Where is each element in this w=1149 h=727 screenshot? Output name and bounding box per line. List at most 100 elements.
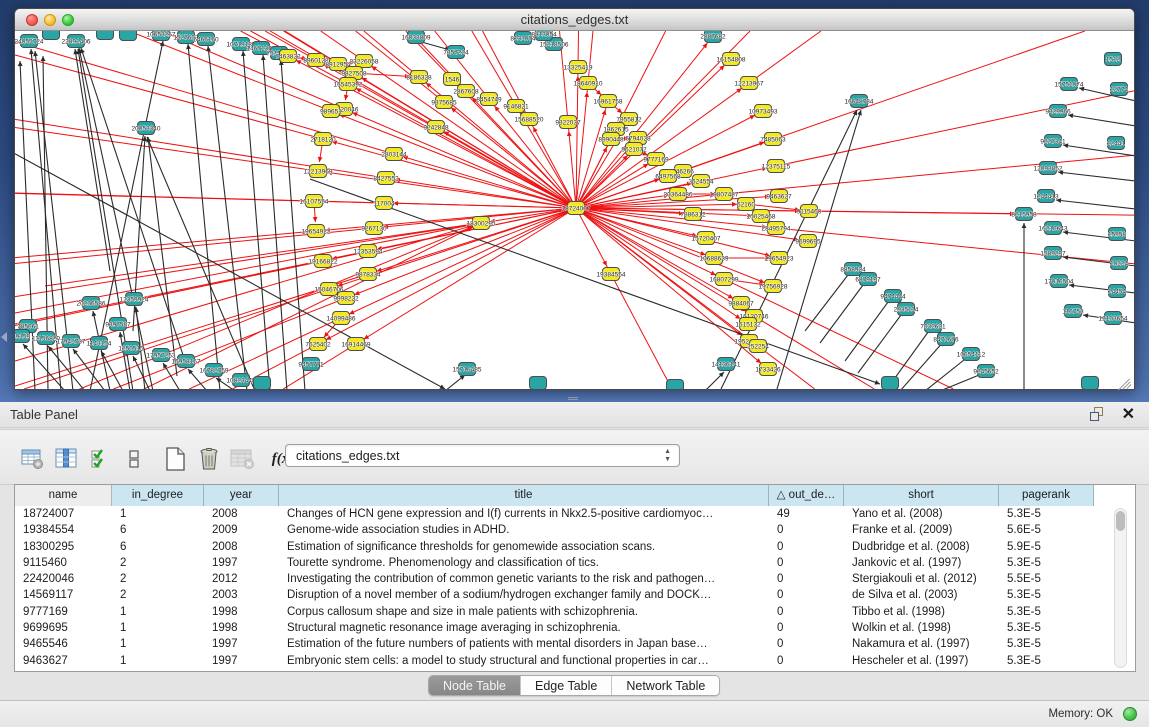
graph-node[interactable]: 9998222 bbox=[333, 292, 359, 305]
graph-node[interactable]: 1244413 bbox=[1033, 190, 1059, 203]
graph-node[interactable] bbox=[530, 377, 547, 390]
cell-out_de[interactable]: 0 bbox=[769, 539, 844, 555]
graph-node[interactable]: 14454 bbox=[1108, 285, 1126, 298]
graph-node[interactable]: 989651 bbox=[320, 105, 342, 118]
cell-out_de[interactable]: 0 bbox=[769, 653, 844, 669]
cell-title[interactable]: Disruption of a novel member of a sodium… bbox=[279, 587, 769, 603]
graph-node[interactable] bbox=[43, 31, 60, 40]
graph-node[interactable]: 1589297 bbox=[1040, 247, 1066, 260]
graph-node[interactable]: 117004 bbox=[373, 197, 395, 210]
cell-short[interactable]: Dudbridge et al. (2008) bbox=[844, 539, 999, 555]
cell-pagerank[interactable]: 5.5E-5 bbox=[999, 571, 1094, 587]
cell-in_degree[interactable]: 1 bbox=[112, 620, 204, 636]
cell-name[interactable]: 18300295 bbox=[15, 539, 112, 555]
graph-node[interactable] bbox=[97, 31, 114, 40]
graph-node[interactable]: 9463627 bbox=[766, 190, 792, 203]
graph-node[interactable]: 15688520 bbox=[515, 113, 544, 126]
cell-name[interactable]: 9115460 bbox=[15, 555, 112, 571]
cell-year[interactable]: 2009 bbox=[204, 522, 279, 538]
close-panel-icon[interactable]: ✕ bbox=[1122, 404, 1135, 424]
graph-node[interactable] bbox=[882, 377, 899, 390]
cell-year[interactable]: 1998 bbox=[204, 604, 279, 620]
graph-node[interactable]: 19384554 bbox=[597, 268, 626, 281]
cell-title[interactable]: Embryonic stem cells: a model to study s… bbox=[279, 653, 769, 669]
cell-year[interactable]: 2008 bbox=[204, 506, 279, 522]
cell-title[interactable]: Structural magnetic resonance image aver… bbox=[279, 620, 769, 636]
tab-network-table[interactable]: Network Table bbox=[612, 676, 719, 696]
cell-in_degree[interactable]: 2 bbox=[112, 571, 204, 587]
table-row[interactable]: 969969511998Structural magnetic resonanc… bbox=[15, 620, 1135, 636]
graph-node[interactable]: 15958 bbox=[1108, 228, 1126, 241]
graph-node[interactable]: 28495794 bbox=[762, 222, 791, 235]
graph-node[interactable]: 12213969 bbox=[304, 165, 333, 178]
cell-title[interactable]: Estimation of significance thresholds fo… bbox=[279, 539, 769, 555]
citation-network-graph[interactable]: 2405572422891406106532671527602646616010… bbox=[15, 31, 1134, 389]
column-header-in_degree[interactable]: in_degree bbox=[112, 485, 204, 506]
table-row[interactable]: 2242004622012Investigating the contribut… bbox=[15, 571, 1135, 587]
cell-title[interactable]: Tourette syndrome. Phenomenology and cla… bbox=[279, 555, 769, 571]
window-resize-grip[interactable] bbox=[1118, 373, 1132, 387]
graph-node[interactable]: 9329966 bbox=[1045, 105, 1071, 118]
table-selector-dropdown[interactable]: citations_edges.txt ▲▼ bbox=[285, 444, 680, 467]
graph-node[interactable]: 2867608 bbox=[453, 85, 479, 98]
graph-node[interactable]: 9777169 bbox=[643, 153, 669, 166]
cell-in_degree[interactable]: 2 bbox=[112, 555, 204, 571]
cell-pagerank[interactable]: 5.3E-5 bbox=[999, 506, 1094, 522]
cell-short[interactable]: Nakamura et al. (1997) bbox=[844, 636, 999, 652]
delete-button[interactable] bbox=[196, 446, 222, 472]
graph-node[interactable]: 19654922 bbox=[302, 225, 331, 238]
table-settings-button[interactable] bbox=[20, 446, 46, 472]
graph-node[interactable]: 12213967 bbox=[735, 77, 764, 90]
graph-node[interactable]: 19654923 bbox=[765, 252, 794, 265]
graph-node[interactable]: 20364486 bbox=[664, 188, 693, 201]
column-header-name[interactable]: name bbox=[15, 485, 112, 506]
graph-node[interactable]: 22891406 bbox=[62, 35, 91, 48]
graph-node[interactable]: 16961758 bbox=[594, 95, 623, 108]
cell-year[interactable]: 2012 bbox=[204, 571, 279, 587]
graph-node[interactable]: 10654112 bbox=[957, 348, 986, 361]
table-row[interactable]: 1938455462009Genome-wide association stu… bbox=[15, 522, 1135, 538]
graph-node[interactable]: 12103654 bbox=[1099, 312, 1128, 325]
graph-node[interactable]: 2803144 bbox=[381, 148, 407, 161]
cell-name[interactable]: 9699695 bbox=[15, 620, 112, 636]
cell-name[interactable]: 18724007 bbox=[15, 506, 112, 522]
cell-title[interactable]: Estimation of the future numbers of pati… bbox=[279, 636, 769, 652]
graph-node[interactable]: 24055724 bbox=[15, 35, 44, 48]
graph-node[interactable]: 6466160 bbox=[193, 33, 219, 46]
graph-node[interactable]: 15716485 bbox=[453, 363, 482, 376]
graph-node[interactable]: 9227341 bbox=[1040, 135, 1066, 148]
graph-node[interactable]: 1512 bbox=[1105, 53, 1122, 66]
table-row[interactable]: 1872400712008Changes of HCN gene express… bbox=[15, 506, 1135, 522]
cell-name[interactable]: 9777169 bbox=[15, 604, 112, 620]
table-vertical-scrollbar[interactable] bbox=[1114, 508, 1127, 668]
graph-node[interactable]: 252254 bbox=[747, 340, 769, 353]
graph-node[interactable]: 9699695 bbox=[795, 235, 821, 248]
graph-node[interactable] bbox=[254, 377, 271, 390]
graph-node[interactable]: 8215958 bbox=[1011, 208, 1037, 221]
graph-node[interactable]: 13325419 bbox=[564, 61, 593, 74]
cell-out_de[interactable]: 0 bbox=[769, 636, 844, 652]
graph-node[interactable]: 9115460 bbox=[797, 205, 822, 218]
graph-node[interactable]: 9474444 bbox=[880, 290, 906, 303]
clear-selection-button[interactable] bbox=[122, 446, 148, 472]
cell-title[interactable]: Corpus callosum shape and size in male p… bbox=[279, 604, 769, 620]
cell-short[interactable]: Stergiakouli et al. (2012) bbox=[844, 571, 999, 587]
network-window-titlebar[interactable]: citations_edges.txt bbox=[15, 9, 1134, 31]
graph-node[interactable]: 8471676 bbox=[933, 333, 959, 346]
graph-node[interactable]: 39159 bbox=[15, 330, 30, 343]
graph-node[interactable]: 9242848 bbox=[423, 121, 449, 134]
graph-node[interactable]: 7032621 bbox=[920, 320, 946, 333]
graph-node[interactable]: 10653267 bbox=[147, 31, 176, 41]
cell-pagerank[interactable]: 5.6E-5 bbox=[999, 522, 1094, 538]
graph-node[interactable]: 62160 bbox=[737, 198, 755, 211]
table-row[interactable]: 946554611997Estimation of the future num… bbox=[15, 636, 1135, 652]
cell-name[interactable]: 9465546 bbox=[15, 636, 112, 652]
graph-node[interactable]: 10025468 bbox=[747, 210, 776, 223]
cell-out_de[interactable]: 0 bbox=[769, 587, 844, 603]
cell-title[interactable]: Changes of HCN gene expression and I(f) … bbox=[279, 506, 769, 522]
table-row[interactable]: 1830029562008Estimation of significance … bbox=[15, 539, 1135, 555]
graph-node[interactable]: 2887682 bbox=[700, 31, 726, 43]
graph-node[interactable]: 3624554 bbox=[688, 175, 714, 188]
cell-name[interactable]: 9463627 bbox=[15, 653, 112, 669]
cell-year[interactable]: 2003 bbox=[204, 587, 279, 603]
